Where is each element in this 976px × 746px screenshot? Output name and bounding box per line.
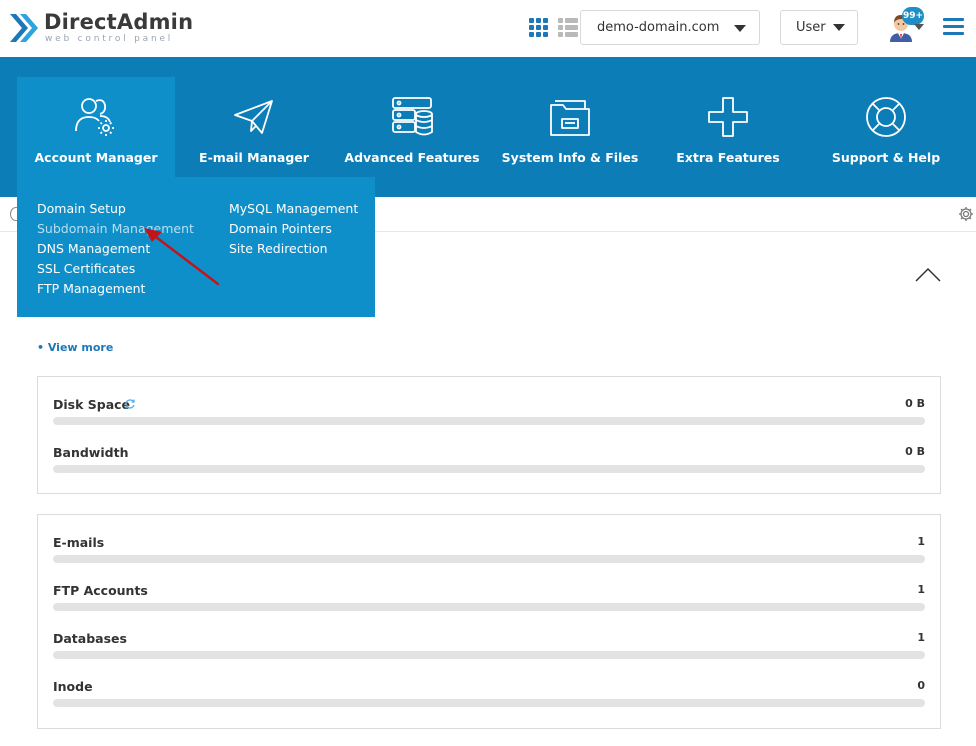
stat-value: 0	[917, 679, 925, 692]
stat-label: Inode	[53, 679, 93, 694]
hamburger-line	[943, 32, 964, 35]
hamburger-line	[943, 25, 964, 28]
stat-label: Disk Space	[53, 397, 131, 412]
account-users-gear-icon	[75, 98, 114, 136]
stat-bandwidth: Bandwidth 0 B	[53, 445, 925, 485]
dropdown-column-1: Domain Setup Subdomain Management DNS Ma…	[37, 199, 194, 299]
stat-label: Bandwidth	[53, 445, 129, 460]
nav-email-manager[interactable]: E-mail Manager	[175, 77, 333, 177]
progress-bar	[53, 465, 925, 473]
stat-databases: Databases 1	[53, 631, 925, 671]
caret-down-icon	[914, 24, 924, 30]
nav-extra-features[interactable]: Extra Features	[649, 77, 807, 177]
nav-support-help-label: Support & Help	[831, 150, 941, 165]
nav-system-info-label: System Info & Files	[501, 150, 639, 165]
view-more-link[interactable]: • View more	[37, 341, 113, 354]
list-view-icon[interactable]	[558, 18, 578, 38]
stat-disk-space: Disk Space 0 B	[53, 397, 925, 437]
main-navbar: Account Manager E-mail Manager Advanced …	[0, 57, 976, 197]
hamburger-line	[943, 18, 964, 21]
nav-advanced-features[interactable]: Advanced Features	[333, 77, 491, 177]
progress-bar	[53, 603, 925, 611]
refresh-icon[interactable]	[124, 398, 136, 410]
paper-plane-icon	[234, 100, 273, 134]
nav-system-info[interactable]: System Info & Files	[491, 77, 649, 177]
plus-icon	[708, 97, 748, 137]
stat-label: E-mails	[53, 535, 105, 550]
logo-title: DirectAdmin	[44, 10, 194, 34]
menu-item-subdomain-management[interactable]: Subdomain Management	[37, 219, 194, 239]
stat-ftp-accounts: FTP Accounts 1	[53, 583, 925, 623]
menu-item-domain-pointers[interactable]: Domain Pointers	[229, 219, 358, 239]
logo[interactable]: DirectAdmin web control panel	[8, 10, 193, 46]
lifebuoy-icon	[866, 97, 906, 137]
stat-value: 1	[917, 631, 925, 644]
gear-icon[interactable]	[958, 206, 974, 222]
notifications-badge[interactable]: 99+	[902, 7, 924, 25]
nav-extra-features-label: Extra Features	[676, 150, 780, 165]
server-database-icon	[392, 97, 433, 136]
usage-panel: Disk Space 0 B Bandwidth 0 B	[37, 376, 941, 494]
stat-label: FTP Accounts	[53, 583, 148, 598]
stat-value: 0 B	[905, 397, 925, 410]
account-manager-dropdown: Domain Setup Subdomain Management DNS Ma…	[17, 177, 375, 317]
domain-select-value: demo-domain.com	[597, 20, 720, 35]
menu-item-ssl-certificates[interactable]: SSL Certificates	[37, 259, 194, 279]
menu-item-dns-management[interactable]: DNS Management	[37, 239, 194, 259]
role-select-value: User	[796, 20, 826, 35]
logo-subtitle: web control panel	[45, 34, 174, 44]
stat-value: 1	[917, 535, 925, 548]
stat-label: Databases	[53, 631, 127, 646]
menu-item-ftp-management[interactable]: FTP Management	[37, 279, 194, 299]
domain-select[interactable]: demo-domain.com	[580, 10, 760, 45]
top-header: DirectAdmin web control panel demo-domai…	[0, 0, 976, 57]
menu-item-domain-setup[interactable]: Domain Setup	[37, 199, 194, 219]
menu-item-site-redirection[interactable]: Site Redirection	[229, 239, 358, 259]
nav-advanced-features-label: Advanced Features	[344, 150, 480, 165]
folder-icon	[550, 100, 590, 136]
progress-bar	[53, 651, 925, 659]
nav-email-manager-label: E-mail Manager	[199, 150, 309, 165]
chevron-up-icon[interactable]	[914, 266, 942, 284]
caret-down-icon	[833, 24, 845, 31]
progress-bar	[53, 417, 925, 425]
logo-mark-icon	[10, 14, 38, 42]
stat-value: 1	[917, 583, 925, 596]
menu-item-mysql-management[interactable]: MySQL Management	[229, 199, 358, 219]
stat-emails: E-mails 1	[53, 535, 925, 575]
nav-account-manager-label: Account Manager	[34, 150, 158, 165]
menu-hamburger-icon[interactable]	[943, 18, 964, 36]
progress-bar	[53, 699, 925, 707]
nav-support-help[interactable]: Support & Help	[807, 77, 965, 177]
grid-view-icon[interactable]	[529, 18, 549, 38]
role-select[interactable]: User	[780, 10, 858, 45]
counts-panel: E-mails 1 FTP Accounts 1 Databases 1 Ino…	[37, 514, 941, 729]
stat-inode: Inode 0	[53, 679, 925, 719]
progress-bar	[53, 555, 925, 563]
caret-down-icon	[734, 25, 746, 32]
dropdown-column-2: MySQL Management Domain Pointers Site Re…	[229, 199, 358, 259]
stat-value: 0 B	[905, 445, 925, 458]
